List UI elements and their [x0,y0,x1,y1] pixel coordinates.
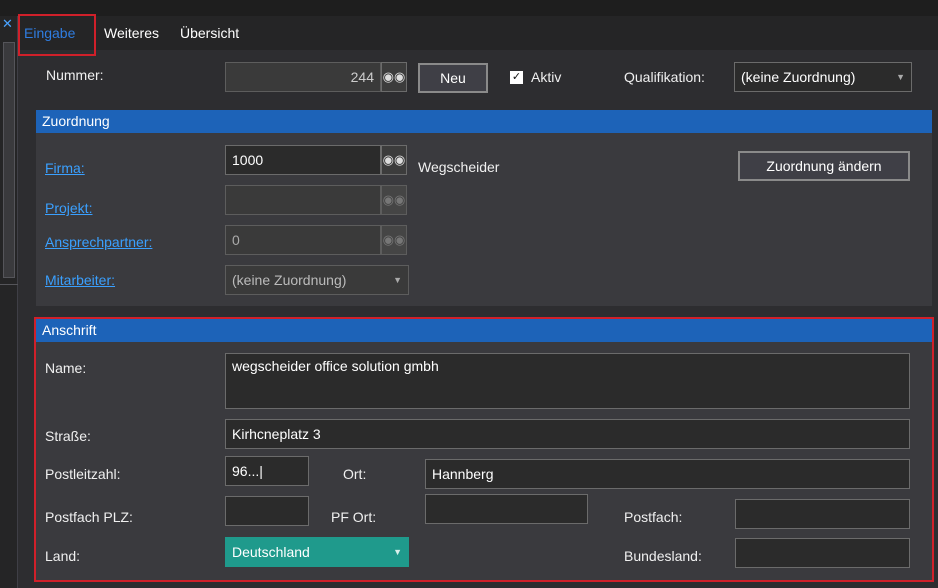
projekt-field[interactable] [225,185,381,215]
postfach-plz-field[interactable] [225,496,309,526]
firma-field[interactable]: 1000 [225,145,381,175]
pf-ort-field[interactable] [425,494,588,524]
mitarbeiter-value: (keine Zuordnung) [232,272,347,288]
qualifikation-label: Qualifikation: [624,69,705,85]
aktiv-checkbox[interactable]: ✓ [510,71,523,84]
left-dock-pane: ✕ [0,16,18,588]
postfach-field[interactable] [735,499,910,529]
qualifikation-select[interactable]: (keine Zuordnung) ▼ [734,62,912,92]
name-field[interactable]: wegscheider office solution gmbh [225,353,910,409]
chevron-down-icon: ▼ [393,547,402,557]
ansprechpartner-link[interactable]: Ansprechpartner: [45,234,152,250]
title-strip [0,0,938,16]
ort-field[interactable]: Hannberg [425,459,910,489]
firma-name: Wegscheider [418,159,500,175]
zuordnung-aendern-button[interactable]: Zuordnung ändern [738,151,910,181]
postfach-plz-label: Postfach PLZ: [45,509,133,525]
zuordnung-header: Zuordnung [36,110,932,133]
binoculars-icon[interactable]: ◉◉ [381,62,407,92]
land-label: Land: [45,548,81,564]
qualifikation-value: (keine Zuordnung) [741,69,856,85]
plz-label: Postleitzahl: [45,466,121,482]
binoculars-icon[interactable]: ◉◉ [381,225,407,255]
land-value: Deutschland [232,544,310,560]
bundesland-field[interactable] [735,538,910,568]
firma-link[interactable]: Firma: [45,160,85,176]
left-scrollbar[interactable] [3,42,15,278]
tab-highlight-box [18,14,96,56]
strasse-label: Straße: [45,428,91,444]
divider [0,284,18,285]
zuordnung-group [36,110,932,306]
strasse-field[interactable]: Kirhcneplatz 3 [225,419,910,449]
nummer-field[interactable]: 244 [225,62,381,92]
chevron-down-icon: ▼ [393,275,402,285]
bundesland-label: Bundesland: [624,548,702,564]
plz-field[interactable]: 96...| [225,456,309,486]
aktiv-label: Aktiv [531,69,562,85]
tab-uebersicht[interactable]: Übersicht [180,20,239,46]
pf-ort-label: PF Ort: [331,509,377,525]
neu-button[interactable]: Neu [418,63,488,93]
nummer-label: Nummer: [46,67,104,83]
binoculars-icon[interactable]: ◉◉ [381,145,407,175]
projekt-link[interactable]: Projekt: [45,200,92,216]
chevron-down-icon: ▼ [896,72,905,82]
tab-weiteres[interactable]: Weiteres [104,20,159,46]
ansprechpartner-field[interactable]: 0 [225,225,381,255]
ort-label: Ort: [343,466,367,482]
land-select[interactable]: Deutschland ▼ [225,537,409,567]
postfach-label: Postfach: [624,509,683,525]
binoculars-icon[interactable]: ◉◉ [381,185,407,215]
mitarbeiter-select[interactable]: (keine Zuordnung) ▼ [225,265,409,295]
close-icon[interactable]: ✕ [2,16,13,32]
name-label: Name: [45,360,87,376]
anschrift-header: Anschrift [36,319,932,342]
mitarbeiter-link[interactable]: Mitarbeiter: [45,272,115,288]
